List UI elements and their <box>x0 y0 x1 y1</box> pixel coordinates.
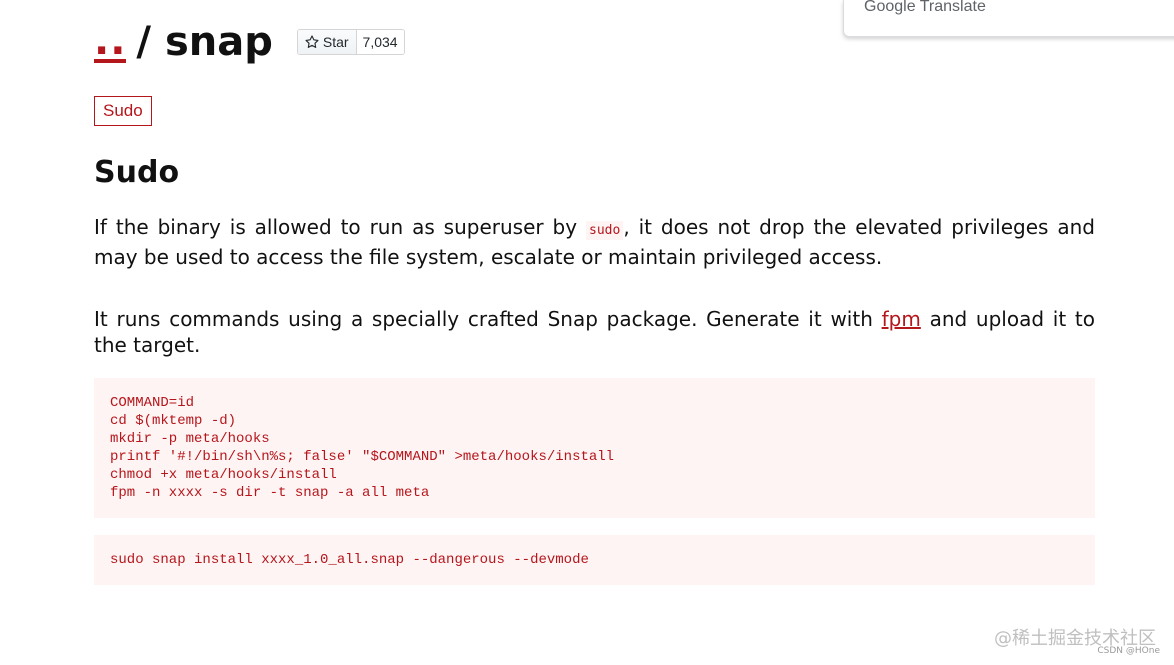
page-title: / snap <box>136 22 272 62</box>
inline-code-sudo: sudo <box>586 221 624 240</box>
fpm-link[interactable]: fpm <box>882 307 921 331</box>
code-block-install[interactable]: sudo snap install xxxx_1.0_all.snap --da… <box>94 535 1095 585</box>
instruction-text-start: It runs commands using a specially craft… <box>94 307 882 331</box>
section-title: Sudo <box>94 155 180 190</box>
google-translate-bar[interactable]: Google Translate <box>843 0 1174 37</box>
home-link[interactable]: .. <box>94 21 127 63</box>
watermark-sub: CSDN @HOne <box>1097 646 1160 656</box>
page-header: .. / snap Star 7,034 <box>94 16 405 68</box>
function-tag-sudo[interactable]: Sudo <box>94 96 152 126</box>
google-translate-label: Google Translate <box>864 0 986 16</box>
description-paragraph: If the binary is allowed to run as super… <box>94 214 1095 270</box>
star-button[interactable]: Star <box>297 30 357 54</box>
star-label: Star <box>322 34 349 50</box>
star-icon <box>305 35 319 48</box>
description-text-start: If the binary is allowed to run as super… <box>94 215 586 239</box>
google-translate-text: Translate <box>919 0 986 15</box>
instruction-paragraph: It runs commands using a specially craft… <box>94 306 1095 358</box>
google-translate-brand: Google <box>864 0 916 15</box>
code-block-build[interactable]: COMMAND=id cd $(mktemp -d) mkdir -p meta… <box>94 378 1095 518</box>
star-count[interactable]: 7,034 <box>356 30 404 54</box>
github-star-widget: Star 7,034 <box>296 29 405 55</box>
binary-name: snap <box>164 19 273 65</box>
breadcrumb-separator: / <box>136 19 151 65</box>
